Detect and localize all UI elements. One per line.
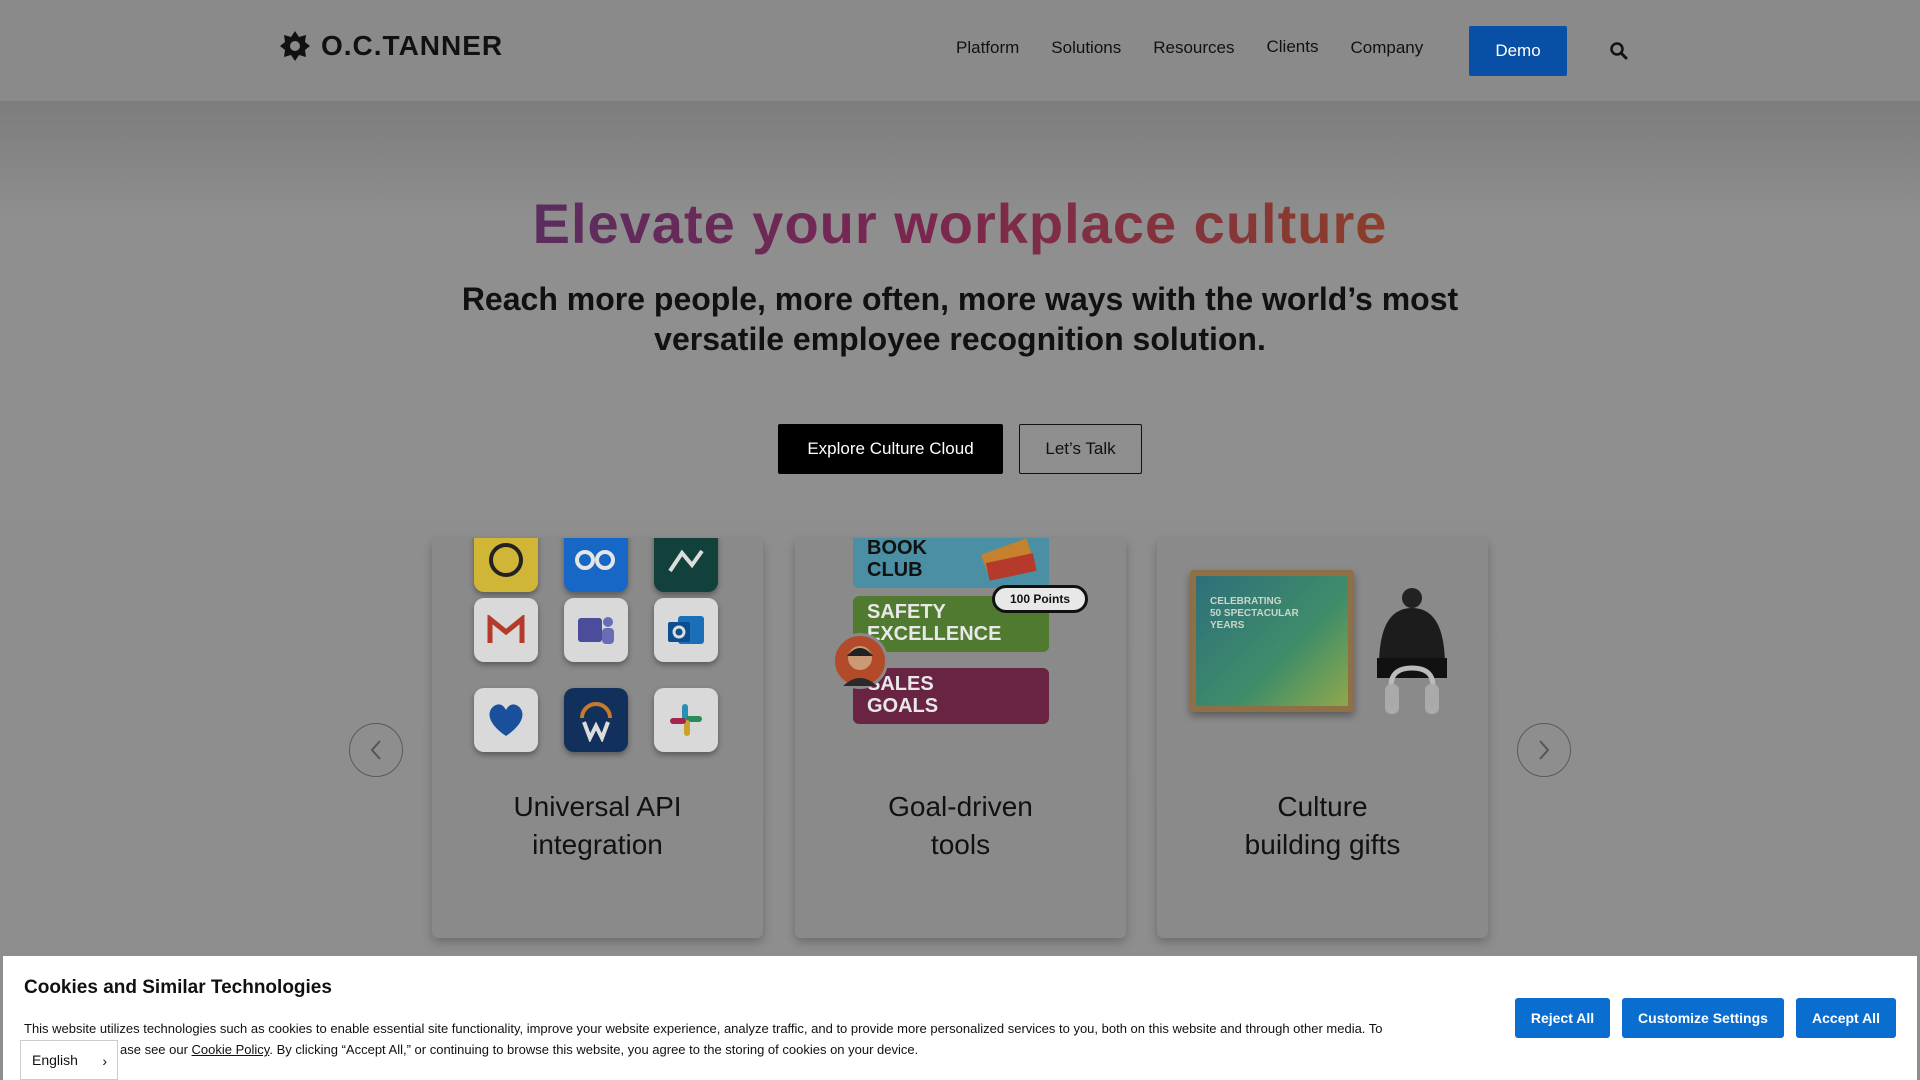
card-title: Goal-driven tools [888,791,1033,860]
gift-poster-frame: CELEBRATING 50 SPECTACULAR YEARS [1190,570,1354,712]
card-goal-driven-tools[interactable]: BOOK CLUB SAFETY EXCELLENCE 100 Points SAL… [795,538,1126,938]
workday-icon [564,688,628,752]
chevron-right-icon: › [102,1053,107,1069]
points-badge: 100 Points [992,585,1088,613]
lets-talk-button[interactable]: Let’s Talk [1019,424,1142,474]
hero-title: Elevate your workplace culture [532,192,1388,255]
card-api-integration[interactable]: Universal API integration [432,538,763,938]
heart-app-icon [474,688,538,752]
gmail-icon [474,598,538,662]
teams-icon [564,598,628,662]
search-icon[interactable] [1608,40,1630,62]
main-nav: Platform Solutions Resources Clients Com… [956,37,1455,58]
carousel-prev-button[interactable] [349,723,403,777]
hero-subtitle: Reach more people, more often, more ways… [461,281,1459,357]
book-club-tile: BOOK CLUB [853,538,1049,588]
nav-company[interactable]: Company [1350,38,1423,58]
nav-platform[interactable]: Platform [956,38,1019,58]
card-title: Culture building gifts [1244,791,1401,860]
chevron-left-icon [370,740,381,760]
site-header: O.C.TANNER Platform Solutions Resources … [0,0,1920,101]
slack-icon [654,688,718,752]
gift-poster: CELEBRATING 50 SPECTACULAR YEARS [1196,576,1348,706]
reject-all-button[interactable]: Reject All [1515,998,1610,1038]
avatar [832,633,888,689]
customize-settings-button[interactable]: Customize Settings [1622,998,1784,1038]
outlook-icon [654,598,718,662]
carousel-next-button[interactable] [1517,723,1571,777]
nav-solutions[interactable]: Solutions [1051,38,1121,58]
nav-resources[interactable]: Resources [1153,38,1234,58]
nav-clients[interactable]: Clients [1267,37,1319,57]
language-selector[interactable]: English › [20,1040,118,1080]
cookie-text: This website utilizes technologies such … [24,1021,1383,1057]
cookie-policy-link[interactable]: Cookie Policy [192,1042,270,1057]
chevron-right-icon [1539,740,1550,760]
app-icon-top-3 [654,538,718,592]
logo[interactable]: O.C.TANNER [279,30,503,62]
box-icon [564,538,628,592]
cookie-title: Cookies and Similar Technologies [24,977,332,998]
cookie-banner: Cookies and Similar Technologies This we… [3,956,1917,1080]
logo-star-icon [280,31,310,61]
card-culture-gifts[interactable]: CELEBRATING 50 SPECTACULAR YEARS Culture… [1157,538,1488,938]
language-label: English [32,1052,78,1068]
accept-all-button[interactable]: Accept All [1796,998,1896,1038]
card-title: Universal API integration [513,791,682,860]
explore-culture-cloud-button[interactable]: Explore Culture Cloud [778,424,1003,474]
app-icon-top-1 [474,538,538,592]
logo-text: O.C.TANNER [321,30,504,61]
demo-button[interactable]: Demo [1469,26,1567,76]
beanie-headphones-image [1369,586,1455,726]
